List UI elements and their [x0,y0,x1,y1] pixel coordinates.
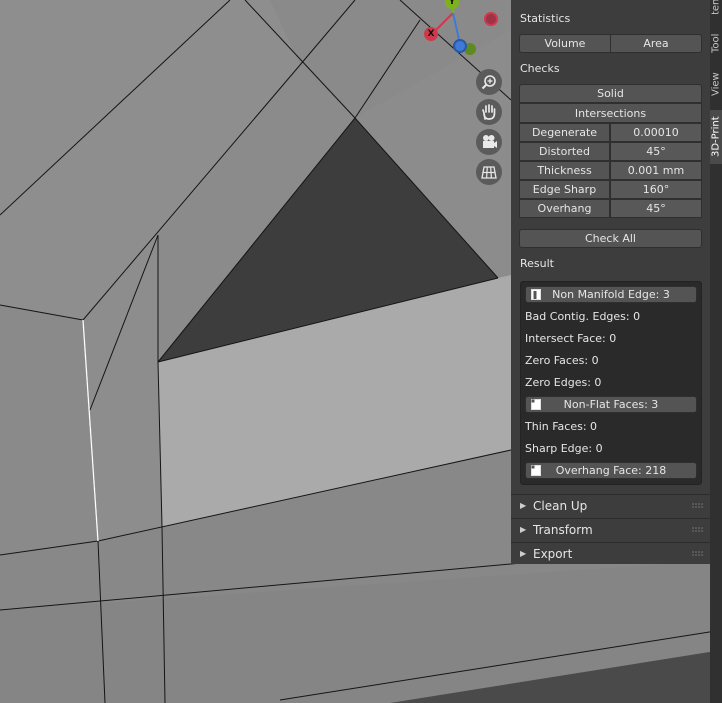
expand-triangle-icon: ▶ [520,549,527,558]
area-button[interactable]: Area [610,34,702,53]
export-panel-header[interactable]: ▶ Export [511,542,710,565]
volume-button[interactable]: Volume [519,34,611,53]
clean-up-label: Clean Up [533,499,588,513]
overhang-threshold-field[interactable]: 45° [610,199,702,218]
transform-panel-header[interactable]: ▶ Transform [511,518,710,541]
tab-tool[interactable]: Tool [710,28,722,58]
intersect-face-result: Intersect Face: 0 [525,332,617,345]
export-label: Export [533,547,573,561]
distorted-check-button[interactable]: Distorted [519,142,610,161]
drag-grip-icon[interactable] [692,503,704,509]
result-title: Result [520,257,554,270]
thickness-threshold-field[interactable]: 0.001 mm [610,161,702,180]
degenerate-check-button[interactable]: Degenerate [519,123,610,142]
camera-icon [483,135,497,148]
intersections-check-button[interactable]: Intersections [519,103,702,123]
zero-edges-result: Zero Edges: 0 [525,376,602,389]
grid-icon [481,166,497,179]
pan-button[interactable] [476,99,502,125]
overhang-face-label: Overhang Face: 218 [555,464,667,477]
navigation-gizmo[interactable]: X Y [420,0,510,60]
select-overhang-button[interactable]: Overhang Face: 218 [525,462,697,479]
checks-title: Checks [520,62,560,75]
bad-contig-result: Bad Contig. Edges: 0 [525,310,641,323]
clean-up-panel-header[interactable]: ▶ Clean Up [511,494,710,517]
ortho-toggle-button[interactable] [476,159,502,185]
transform-label: Transform [533,523,593,537]
drag-grip-icon[interactable] [692,551,704,557]
overhang-check-button[interactable]: Overhang [519,199,610,218]
axis-neg-x-handle[interactable] [484,12,498,26]
drag-grip-icon[interactable] [692,527,704,533]
3d-print-panel: Statistics Volume Area Checks Solid Inte… [511,0,710,564]
axis-z-handle[interactable] [453,39,467,53]
check-rows: Degenerate 0.00010 Distorted 45° Thickne… [519,123,702,218]
non-manifold-label: Non Manifold Edge: 3 [552,288,670,301]
degenerate-threshold-field[interactable]: 0.00010 [610,123,702,142]
axis-x-label: X [427,29,435,39]
statistics-title: Statistics [520,12,571,25]
zero-faces-result: Zero Faces: 0 [525,354,599,367]
expand-triangle-icon: ▶ [520,501,527,510]
tab-3d-print[interactable]: 3D-Print [710,110,722,164]
tab-item[interactable]: Item [710,0,722,14]
edge-sharp-check-button[interactable]: Edge Sharp [519,180,610,199]
select-icon [531,289,541,300]
axis-x-handle[interactable]: X [424,27,438,41]
result-box: Non Manifold Edge: 3 Bad Contig. Edges: … [520,281,702,485]
solid-check-button[interactable]: Solid [519,84,702,103]
select-non-manifold-button[interactable]: Non Manifold Edge: 3 [525,286,697,303]
sharp-edge-result: Sharp Edge: 0 [525,442,603,455]
zoom-button[interactable] [476,69,502,95]
distorted-threshold-field[interactable]: 45° [610,142,702,161]
edge-sharp-threshold-field[interactable]: 160° [610,180,702,199]
check-all-button[interactable]: Check All [519,229,702,248]
select-icon [531,465,541,476]
thin-faces-result: Thin Faces: 0 [525,420,598,433]
hand-icon [482,104,496,120]
thickness-check-button[interactable]: Thickness [519,161,610,180]
sidebar-tabs: Item Tool View 3D-Print [710,0,722,703]
expand-triangle-icon: ▶ [520,525,527,534]
select-non-flat-button[interactable]: Non-Flat Faces: 3 [525,396,697,413]
tab-view[interactable]: View [710,66,722,102]
select-icon [531,399,541,410]
axis-y-label: Y [448,0,456,7]
zoom-in-icon [481,75,496,90]
camera-view-button[interactable] [476,129,502,155]
non-flat-label: Non-Flat Faces: 3 [563,398,659,411]
